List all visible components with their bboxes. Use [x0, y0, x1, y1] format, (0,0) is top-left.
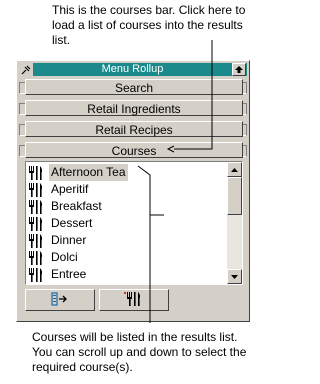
- callout-results-list: Courses will be listed in the results li…: [32, 330, 247, 374]
- callout-lines: [137, 40, 213, 323]
- callout-arrowhead: [166, 145, 175, 153]
- callout-line-top: [174, 40, 213, 150]
- callout-line-bottom: [137, 165, 151, 323]
